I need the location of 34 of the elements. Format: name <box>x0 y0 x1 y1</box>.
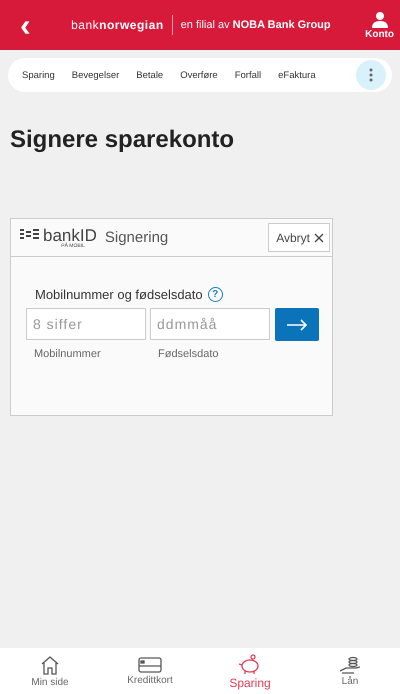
input-field[interactable]: ddmmåå <box>150 308 270 340</box>
next-button[interactable] <box>275 308 319 341</box>
nav-tab[interactable]: Betale <box>128 70 172 80</box>
hand-coins-icon <box>338 655 362 675</box>
bottom-nav-item[interactable]: Lån <box>300 648 400 694</box>
input-field[interactable]: 8 siffer <box>26 308 146 340</box>
close-icon <box>314 232 324 242</box>
brand-tagline: en filial av NOBA Bank Group <box>180 19 331 31</box>
arrow-right-icon <box>286 318 308 330</box>
account-button[interactable]: Konto <box>365 10 394 40</box>
user-icon <box>370 10 389 28</box>
nav-tab[interactable]: Sparing <box>22 70 64 80</box>
house-icon <box>39 654 61 676</box>
bankid-logo-icon <box>20 228 40 238</box>
signing-heading: Signering <box>104 229 170 246</box>
more-icon <box>369 68 373 82</box>
bankid-logo: bankID <box>43 226 97 244</box>
credit-card-icon <box>138 656 162 674</box>
nav-tab[interactable]: Overføre <box>172 70 226 80</box>
nav-tab[interactable]: Forfall <box>226 70 270 80</box>
nav-tab[interactable]: Bevegelser <box>63 70 128 80</box>
cancel-button[interactable]: Avbryt <box>268 223 330 252</box>
nav-tab[interactable]: eFaktura <box>270 70 324 80</box>
back-button[interactable]: ‹ <box>14 9 37 41</box>
field-prompt: Mobilnummer og fødselsdato <box>35 287 203 302</box>
more-menu-button[interactable] <box>356 60 386 90</box>
bottom-nav-item[interactable]: Sparing <box>200 648 300 694</box>
field-label: Mobilnummer <box>34 348 102 360</box>
bottom-nav-item[interactable]: Min side <box>0 648 100 694</box>
field-label: Fødselsdato <box>158 348 220 360</box>
help-button[interactable]: ? <box>208 287 223 302</box>
brand-logo: banknorwegian <box>71 15 173 35</box>
page-title: Signere sparekonto <box>10 126 236 154</box>
bottom-nav-item[interactable]: Kredittkort <box>100 648 200 694</box>
